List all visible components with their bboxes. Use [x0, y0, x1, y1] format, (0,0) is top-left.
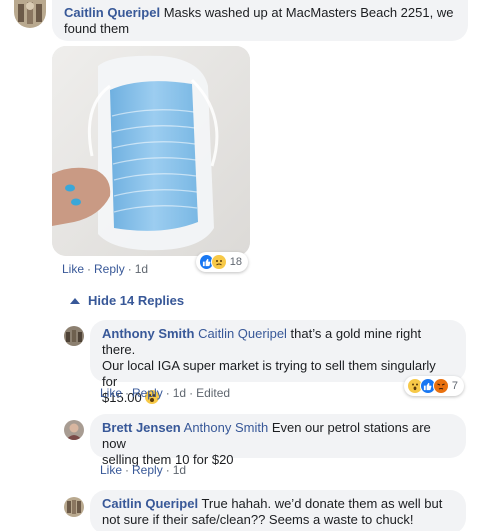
like-link[interactable]: Like [62, 262, 84, 276]
sad-icon [211, 254, 227, 270]
reply-text-line: not sure if their safe/clean?? Seems a w… [102, 512, 414, 527]
hide-replies-button[interactable]: Hide 14 Replies [70, 293, 184, 308]
avatar[interactable] [14, 0, 46, 28]
caitlin-avatar-image [64, 497, 84, 517]
comment-reactions[interactable]: 18 [196, 252, 248, 272]
reply-bubble: Anthony Smith Caitlin Queripel that’s a … [90, 320, 466, 405]
hide-replies-label: Hide 14 Replies [88, 293, 185, 308]
reply-author[interactable]: Anthony Smith [102, 326, 194, 341]
edited-label[interactable]: Edited [196, 386, 230, 400]
timestamp-link[interactable]: 1d [173, 463, 186, 477]
reply-actions: Like · Reply · 1d · Edited [100, 386, 231, 400]
reaction-count: 7 [451, 380, 458, 392]
reply-author[interactable]: Brett Jensen [102, 420, 181, 435]
comment-actions: Like · Reply · 1d [62, 262, 149, 276]
like-link[interactable]: Like [100, 463, 122, 477]
reply-mention[interactable]: Caitlin Queripel [198, 326, 287, 341]
anthony-avatar-image [64, 326, 84, 346]
reply-link[interactable]: Reply [132, 463, 163, 477]
timestamp-link[interactable]: 1d [173, 386, 186, 400]
avatar[interactable] [64, 326, 84, 346]
reply-link[interactable]: Reply [132, 386, 163, 400]
like-link[interactable]: Like [100, 386, 122, 400]
reply-bubble: Brett Jensen Anthony Smith Even our petr… [90, 414, 466, 467]
caitlin-avatar-image [14, 0, 46, 28]
comment-author[interactable]: Caitlin Queripel [64, 5, 160, 20]
avatar[interactable] [64, 497, 84, 517]
angry-icon [432, 378, 449, 394]
reply-mention[interactable]: Anthony Smith [184, 420, 269, 435]
reply-author[interactable]: Caitlin Queripel [102, 496, 198, 511]
reply-reactions[interactable]: 7 [404, 376, 464, 396]
reply-text-line: True hahah. we’d donate them as well but [198, 496, 443, 511]
reply-link[interactable]: Reply [94, 262, 125, 276]
avatar[interactable] [64, 420, 84, 440]
comment-bubble: Caitlin Queripel Masks washed up at MacM… [52, 0, 468, 41]
reply-actions: Like · Reply · 1d [100, 463, 187, 477]
comment-photo[interactable] [52, 46, 250, 256]
chevron-up-icon [70, 297, 80, 304]
timestamp-link[interactable]: 1d [135, 262, 148, 276]
masks-photo-image [52, 46, 250, 256]
reaction-count: 18 [229, 256, 242, 268]
brett-avatar-image [64, 420, 84, 440]
reply-bubble: Caitlin Queripel True hahah. we’d donate… [90, 490, 466, 531]
